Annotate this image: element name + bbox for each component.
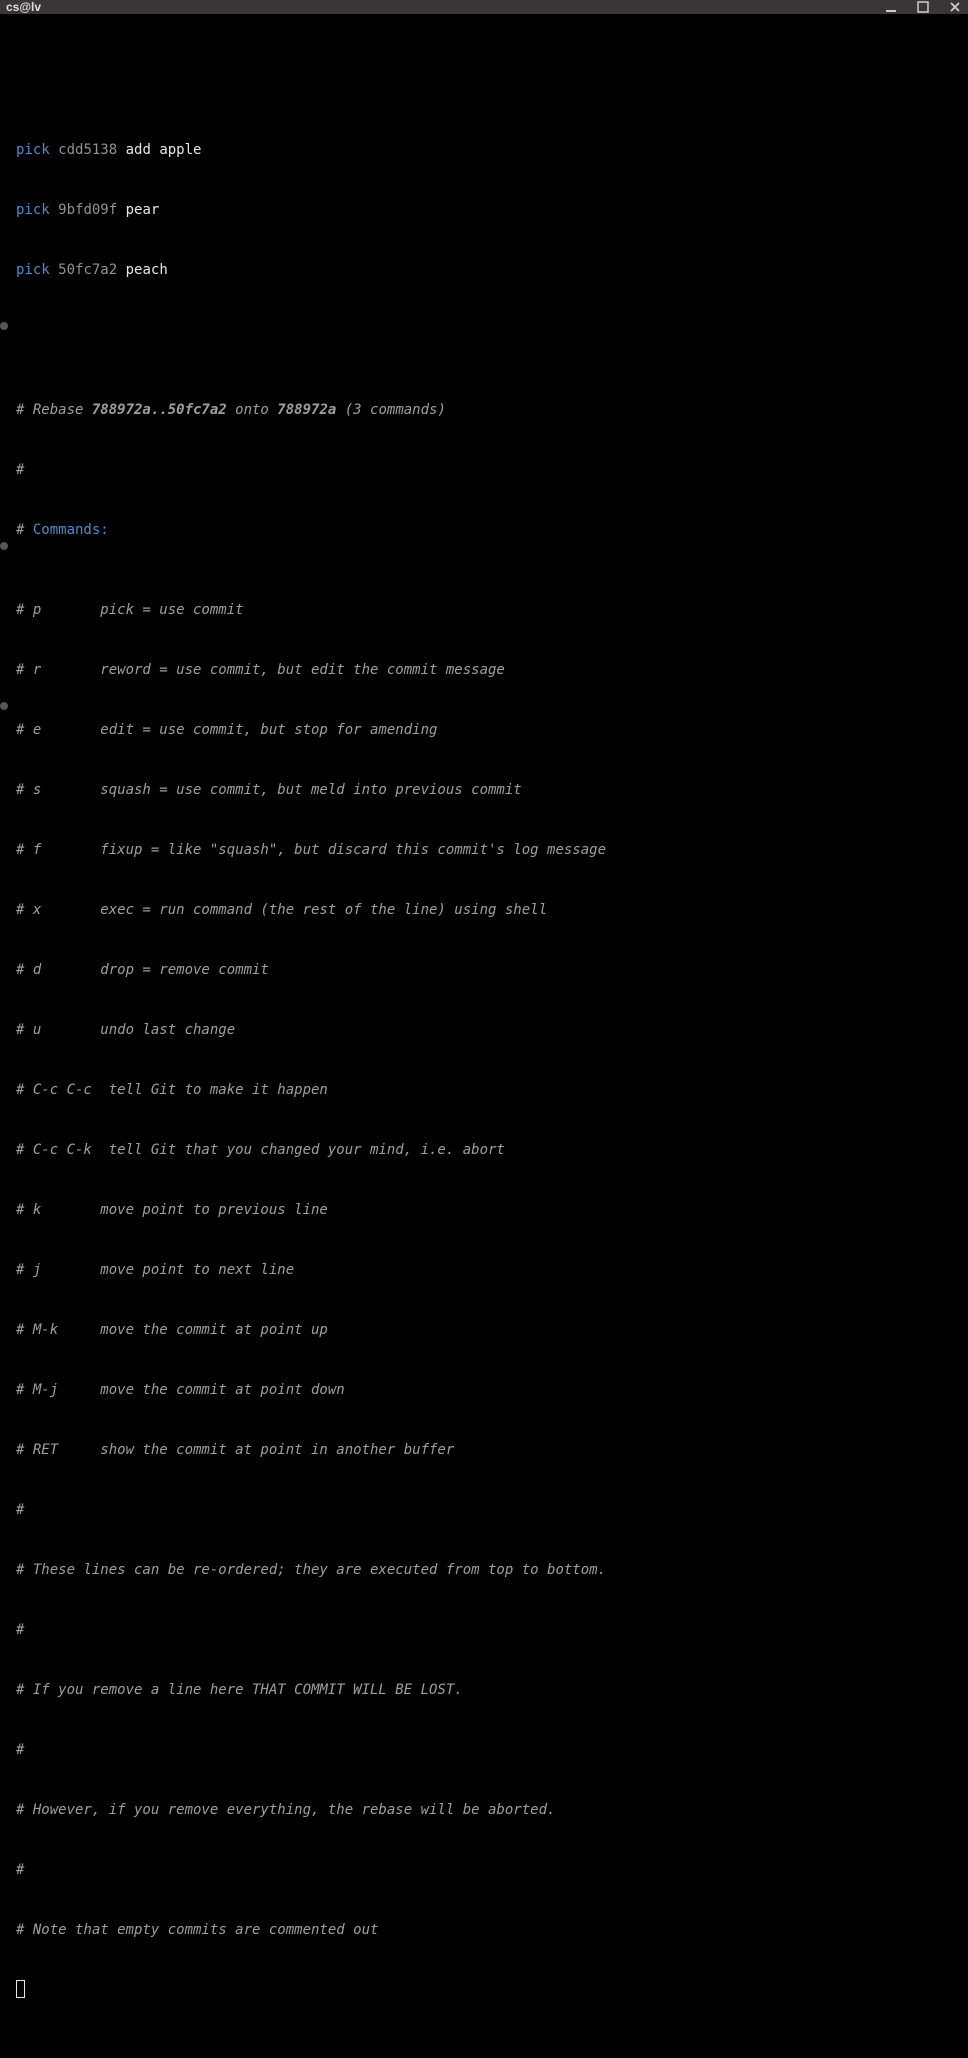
help-line: # These lines can be re-ordered; they ar… [16,1560,964,1580]
fringe [0,14,12,2058]
cursor [16,1980,25,1998]
commit-line: pick 9bfd09f pear [16,200,964,220]
help-line: # k move point to previous line [16,1200,964,1220]
help-line: # If you remove a line here THAT COMMIT … [16,1680,964,1700]
fringe-marker [0,542,8,550]
help-line: # r reword = use commit, but edit the co… [16,660,964,680]
help-line: # [16,1620,964,1640]
editor-viewport[interactable]: pick cdd5138 add apple pick 9bfd09f pear… [0,14,968,2058]
commit-line: pick cdd5138 add apple [16,140,964,160]
help-line: # M-k move the commit at point up [16,1320,964,1340]
help-line: # [16,1860,964,1880]
close-button[interactable] [948,0,962,14]
help-line: # [16,1740,964,1760]
comment-line: # [16,460,964,480]
help-line: # However, if you remove everything, the… [16,1800,964,1820]
rebase-header: # Rebase 788972a..50fc7a2 onto 788972a (… [16,400,964,420]
help-line: # [16,1500,964,1520]
help-line: # u undo last change [16,1020,964,1040]
minimize-button[interactable] [884,0,898,14]
blank-line [16,320,964,340]
help-line: # x exec = run command (the rest of the … [16,900,964,920]
window-title: cs@lv [6,0,41,14]
help-line: # C-c C-k tell Git that you changed your… [16,1140,964,1160]
commit-line: pick 50fc7a2 peach [16,260,964,280]
help-line: # M-j move the commit at point down [16,1380,964,1400]
help-line: # d drop = remove commit [16,960,964,980]
help-line: # s squash = use commit, but meld into p… [16,780,964,800]
cursor-line [16,1980,964,2000]
commands-heading: # Commands: [16,520,964,540]
maximize-button[interactable] [916,0,930,14]
help-line: # e edit = use commit, but stop for amen… [16,720,964,740]
window-titlebar: cs@lv [0,0,968,14]
help-line: # RET show the commit at point in anothe… [16,1440,964,1460]
fringe-marker [0,702,8,710]
fringe-marker [0,322,8,330]
help-line: # C-c C-c tell Git to make it happen [16,1080,964,1100]
help-line: # f fixup = like "squash", but discard t… [16,840,964,860]
buffer-content: pick cdd5138 add apple pick 9bfd09f pear… [4,80,964,2040]
help-line: # Note that empty commits are commented … [16,1920,964,1940]
help-line: # j move point to next line [16,1260,964,1280]
help-line: # p pick = use commit [16,600,964,620]
